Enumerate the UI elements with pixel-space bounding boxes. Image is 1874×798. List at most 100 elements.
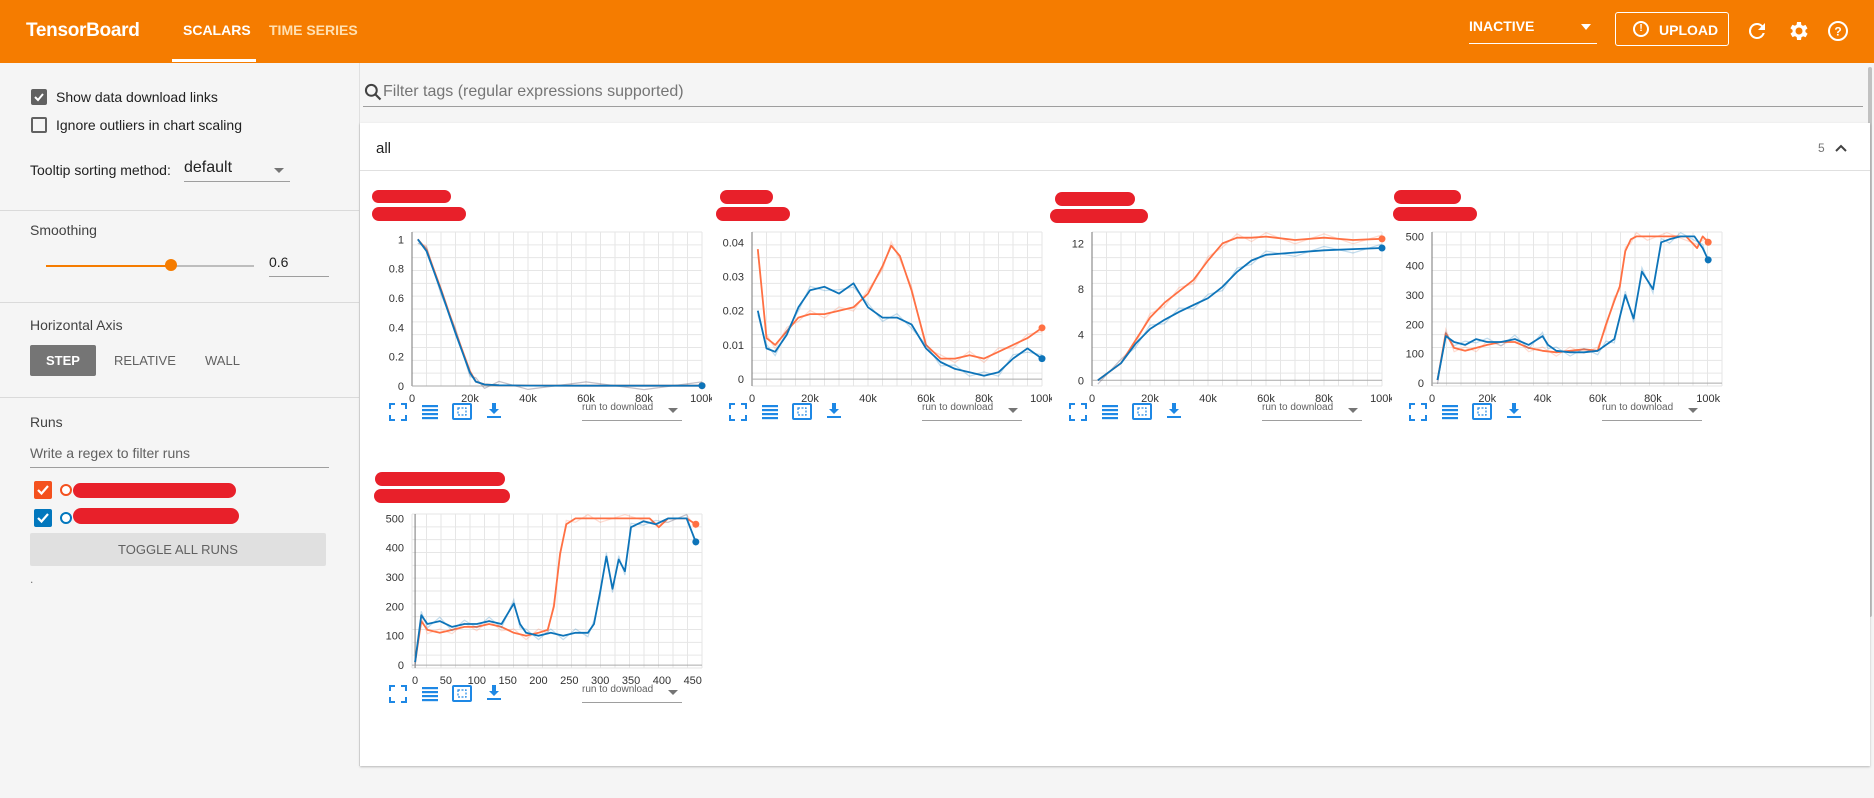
chevron-down-icon: [1581, 24, 1591, 30]
toggle-y-axis-log-icon[interactable]: [422, 405, 438, 420]
y-tick-label: 0.04: [723, 237, 744, 249]
smoothing-value-input[interactable]: 0.6: [269, 254, 329, 277]
y-tick-label: 0.2: [389, 352, 404, 364]
run-to-download-label: run to download: [1262, 402, 1334, 413]
upload-button-label: UPLOAD: [1659, 22, 1719, 38]
search-icon: [364, 83, 382, 101]
tag-filter-input[interactable]: Filter tags (regular expressions support…: [363, 78, 1863, 107]
download-icon[interactable]: [827, 403, 841, 418]
x-tick-label: 100k: [1030, 393, 1052, 405]
y-tick-label: 300: [386, 572, 404, 584]
x-tick-label: 40k: [1534, 393, 1552, 405]
run-color-swatch[interactable]: [60, 484, 72, 496]
plugin-status-select[interactable]: INACTIVE: [1469, 18, 1597, 44]
y-tick-label: 1: [398, 234, 404, 246]
download-icon[interactable]: [487, 685, 501, 700]
toggle-all-runs-button[interactable]: TOGGLE ALL RUNS: [30, 533, 326, 566]
x-tick-label: 200: [529, 675, 547, 687]
fullscreen-icon[interactable]: [1409, 403, 1427, 421]
chart-controls: [1409, 403, 1521, 421]
scalar-chart[interactable]: 00.010.020.030.040 20k 40k 60k 80k 100k: [712, 226, 1052, 426]
fullscreen-icon[interactable]: [729, 403, 747, 421]
toggle-y-axis-log-icon[interactable]: [1102, 405, 1118, 420]
redacted-run-name: [73, 508, 239, 524]
run-checkbox[interactable]: [34, 509, 52, 527]
show-download-links-label: Show data download links: [56, 89, 218, 105]
x-tick-label: 0: [412, 675, 418, 687]
x-tick-label: 0: [409, 393, 415, 405]
tag-filter-placeholder: Filter tags (regular expressions support…: [383, 83, 684, 100]
upload-button[interactable]: ! UPLOAD: [1615, 12, 1729, 46]
y-tick-label: 4: [1078, 330, 1084, 342]
download-icon[interactable]: [487, 403, 501, 418]
toggle-y-axis-log-icon[interactable]: [762, 405, 778, 420]
toggle-y-axis-log-icon[interactable]: [422, 687, 438, 702]
smoothing-slider-thumb[interactable]: [164, 259, 177, 271]
download-icon[interactable]: [1507, 403, 1521, 418]
tooltip-sorting-select[interactable]: default: [184, 159, 290, 182]
refresh-icon[interactable]: [1745, 19, 1769, 43]
tooltip-sorting-value: default: [184, 159, 233, 176]
chevron-down-icon: [1688, 408, 1698, 413]
axis-step-button[interactable]: STEP: [30, 345, 96, 376]
tab-time-series[interactable]: TIME SERIES: [269, 22, 358, 38]
fullscreen-icon[interactable]: [389, 403, 407, 421]
smoothing-value: 0.6: [269, 254, 289, 270]
divider: [0, 210, 359, 211]
divider: [0, 397, 359, 398]
chevron-down-icon: [274, 168, 284, 173]
x-tick-label: 0: [749, 393, 755, 405]
run-to-download-select[interactable]: run to download: [582, 684, 682, 703]
fit-domain-icon[interactable]: [1472, 403, 1492, 420]
series-end-marker: [1038, 355, 1046, 363]
x-tick-label: 50: [440, 675, 452, 687]
fit-domain-icon[interactable]: [452, 403, 472, 420]
show-download-links-checkbox[interactable]: [31, 89, 47, 105]
run-to-download-select[interactable]: run to download: [582, 402, 682, 421]
run-to-download-select[interactable]: run to download: [1262, 402, 1362, 421]
y-tick-label: 0.4: [389, 322, 404, 334]
axis-wall-button[interactable]: WALL: [205, 353, 240, 368]
fit-domain-icon[interactable]: [1132, 403, 1152, 420]
scalar-chart[interactable]: 00.20.40.60.810 20k 40k 60k 80k 100k: [372, 226, 712, 426]
plugin-status-value: INACTIVE: [1469, 18, 1535, 34]
fit-domain-icon[interactable]: [452, 685, 472, 702]
download-icon[interactable]: [1167, 403, 1181, 418]
chevron-up-icon[interactable]: [1834, 143, 1848, 153]
chart-controls: [729, 403, 841, 421]
redacted-chart-title: [1394, 190, 1461, 204]
fit-domain-icon[interactable]: [792, 403, 812, 420]
scalar-chart[interactable]: 01002003004005000 50 100 150 200 250 300 350 400…: [372, 508, 712, 708]
settings-icon[interactable]: [1786, 19, 1810, 43]
help-icon[interactable]: ?: [1826, 19, 1850, 43]
top-app-bar: TensorBoard SCALARS TIME SERIES INACTIVE…: [0, 0, 1874, 63]
ignore-outliers-label: Ignore outliers in chart scaling: [56, 117, 242, 133]
fullscreen-icon[interactable]: [1069, 403, 1087, 421]
series-end-marker: [1704, 256, 1712, 264]
run-checkbox[interactable]: [34, 481, 52, 499]
run-to-download-select[interactable]: run to download: [922, 402, 1022, 421]
redacted-chart-title: [716, 207, 790, 221]
tag-group-header[interactable]: all 5: [360, 123, 1870, 171]
y-tick-label: 0: [1078, 375, 1084, 387]
y-tick-label: 400: [386, 543, 404, 555]
y-tick-label: 0: [1418, 378, 1424, 390]
x-tick-label: 150: [498, 675, 516, 687]
scalar-chart-card: 0 4 8 12 0 20k 40k 60k 80k 100k run to download: [1052, 226, 1392, 516]
series-end-marker: [692, 538, 700, 546]
runs-filter-input[interactable]: Write a regex to filter runs: [30, 445, 329, 468]
axis-relative-button[interactable]: RELATIVE: [114, 353, 176, 368]
toggle-y-axis-log-icon[interactable]: [1442, 405, 1458, 420]
y-tick-label: 200: [1406, 319, 1424, 331]
scalar-chart[interactable]: 01002003004005000 20k 40k 60k 80k 100k: [1392, 226, 1732, 426]
fullscreen-icon[interactable]: [389, 685, 407, 703]
ignore-outliers-checkbox[interactable]: [31, 117, 47, 133]
run-to-download-select[interactable]: run to download: [1602, 402, 1702, 421]
tab-scalars[interactable]: SCALARS: [183, 22, 251, 38]
y-tick-label: 0.02: [723, 306, 744, 318]
run-color-swatch[interactable]: [60, 512, 72, 524]
x-tick-label: 100k: [690, 393, 712, 405]
redacted-chart-title: [1050, 209, 1148, 223]
y-tick-label: 8: [1078, 284, 1084, 296]
scalar-chart[interactable]: 048120 20k 40k 60k 80k 100k: [1052, 226, 1392, 426]
